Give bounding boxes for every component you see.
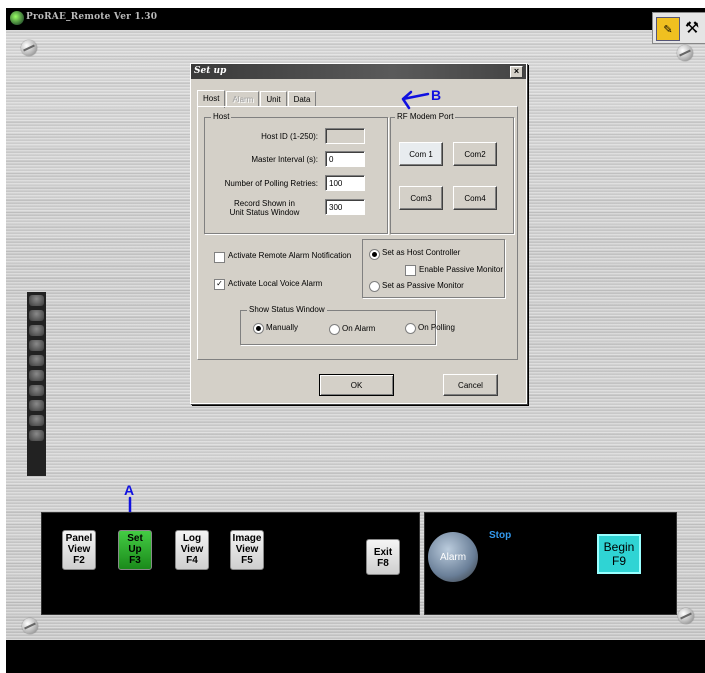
exit-button[interactable]: Exit F8 — [366, 539, 400, 575]
host-group: Host Host ID (1-250): Master Interval (s… — [204, 112, 388, 234]
panel-view-button[interactable]: Panel View F2 — [62, 530, 96, 570]
ok-button[interactable]: OK — [319, 374, 394, 396]
begin-line1: Begin — [603, 540, 635, 554]
local-voice-label: Activate Local Voice Alarm — [228, 279, 323, 288]
close-icon[interactable]: × — [510, 66, 523, 78]
rf-modem-legend: RF Modem Port — [395, 112, 456, 121]
log-view-line1: Log — [182, 533, 202, 544]
notepad-icon[interactable]: ✎ — [656, 17, 680, 41]
remote-alarm-checkbox[interactable] — [214, 252, 225, 263]
host-controller-label: Set as Host Controller — [382, 248, 461, 257]
status-window-legend: Show Status Window — [247, 305, 327, 314]
host-group-legend: Host — [211, 112, 232, 121]
image-view-button[interactable]: Image View F5 — [230, 530, 264, 570]
polling-retries-field[interactable]: 100 — [325, 175, 365, 191]
exit-line2: F8 — [377, 558, 389, 569]
screw-icon — [21, 40, 37, 56]
master-interval-label: Master Interval (s): — [251, 155, 318, 164]
on-alarm-label: On Alarm — [342, 324, 376, 333]
on-polling-radio[interactable] — [405, 323, 416, 334]
screw-icon — [677, 45, 693, 61]
exit-line1: Exit — [373, 547, 393, 558]
image-view-line1: Image — [232, 533, 262, 544]
tools-icon[interactable]: ⚒ — [681, 17, 703, 39]
screw-icon — [22, 618, 38, 634]
cancel-button[interactable]: Cancel — [443, 374, 498, 396]
status-window-group: Show Status Window Manually On Alarm On … — [240, 305, 455, 345]
host-tab-panel: Host Host ID (1-250): Master Interval (s… — [197, 106, 518, 360]
host-id-field[interactable] — [325, 128, 365, 144]
begin-button[interactable]: Begin F9 — [597, 534, 641, 574]
remote-alarm-label: Activate Remote Alarm Notification — [228, 251, 352, 260]
led-indicator — [29, 400, 44, 411]
led-indicator — [29, 430, 44, 441]
setup-dialog: Set up × Host Alarm Unit Data Host Host … — [190, 63, 527, 404]
image-view-line2: View — [235, 544, 259, 555]
com4-button[interactable]: Com4 — [453, 186, 497, 210]
set-up-line3: F3 — [129, 555, 141, 566]
com3-button[interactable]: Com3 — [399, 186, 443, 210]
log-view-line3: F4 — [186, 555, 198, 566]
set-up-button[interactable]: Set Up F3 — [118, 530, 152, 570]
rf-modem-group: RF Modem Port Com 1 Com2 Com3 Com4 — [390, 112, 514, 234]
local-voice-checkbox[interactable]: ✓ — [214, 279, 225, 290]
led-indicator — [29, 355, 44, 366]
led-indicator — [29, 295, 44, 306]
polling-retries-label: Number of Polling Retries: — [224, 179, 318, 188]
image-view-line3: F5 — [241, 555, 253, 566]
led-indicator — [29, 370, 44, 381]
led-indicator — [29, 385, 44, 396]
panel-view-line2: View — [67, 544, 91, 555]
log-view-button[interactable]: Log View F4 — [175, 530, 209, 570]
tab-strip: Host Alarm Unit Data — [197, 90, 317, 108]
com1-button[interactable]: Com 1 — [399, 142, 443, 166]
set-up-line2: Up — [128, 544, 142, 555]
app-title: ProRAE_Remote Ver 1.30 — [26, 12, 158, 22]
enable-passive-checkbox[interactable] — [405, 265, 416, 276]
record-shown-field[interactable]: 300 — [325, 199, 365, 215]
manually-label: Manually — [266, 323, 299, 332]
on-alarm-radio[interactable] — [329, 324, 340, 335]
begin-line2: F9 — [611, 554, 626, 568]
led-indicator — [29, 415, 44, 426]
tab-unit[interactable]: Unit — [260, 91, 287, 107]
master-interval-field[interactable]: 0 — [325, 151, 365, 167]
dialog-title: Set up — [191, 64, 526, 79]
passive-monitor-label: Set as Passive Monitor — [382, 281, 464, 290]
on-polling-label: On Polling — [418, 323, 455, 332]
annotation-b: B — [431, 87, 442, 103]
com2-button[interactable]: Com2 — [453, 142, 497, 166]
record-shown-label-1: Record Shown in — [234, 199, 295, 208]
tab-alarm[interactable]: Alarm — [226, 91, 260, 107]
set-up-line1: Set — [127, 533, 143, 544]
panel-view-line3: F2 — [73, 555, 85, 566]
toolbox: ✎ ⚒ — [652, 12, 705, 44]
manually-radio[interactable] — [253, 323, 264, 334]
host-id-label: Host ID (1-250): — [261, 132, 318, 141]
tab-data[interactable]: Data — [287, 91, 317, 107]
led-indicator — [29, 340, 44, 351]
led-column — [27, 292, 46, 476]
enable-passive-label: Enable Passive Monitor — [419, 265, 504, 274]
screw-icon — [678, 608, 694, 624]
app-icon — [10, 11, 24, 25]
alarm-button[interactable]: Alarm — [428, 532, 478, 582]
mode-group: Set as Host Controller Enable Passive Mo… — [362, 239, 505, 298]
stop-label: Stop — [489, 530, 512, 541]
led-indicator — [29, 325, 44, 336]
panel-view-line1: Panel — [65, 533, 93, 544]
log-view-line2: View — [180, 544, 204, 555]
record-shown-label-2: Unit Status Window — [229, 208, 300, 217]
bottom-bar — [6, 640, 705, 673]
passive-monitor-radio[interactable] — [369, 281, 380, 292]
led-indicator — [29, 310, 44, 321]
host-controller-radio[interactable] — [369, 249, 380, 260]
